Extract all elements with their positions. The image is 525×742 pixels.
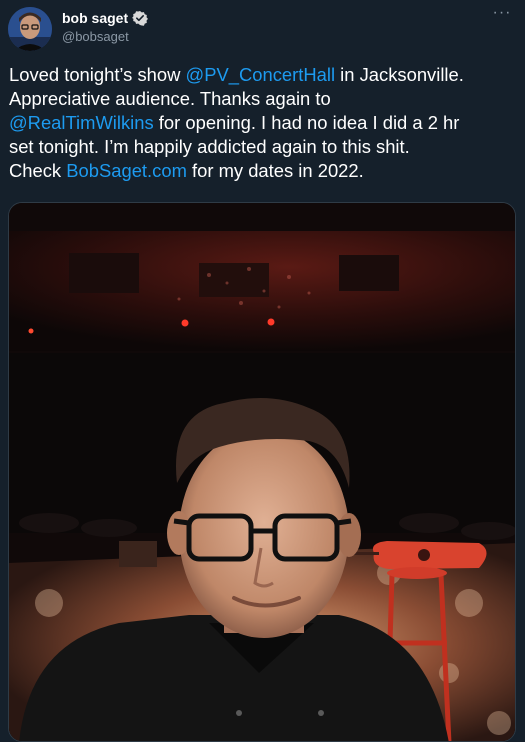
- text-segment: Loved tonight’s show: [9, 64, 186, 85]
- author-handle[interactable]: @bobsaget: [62, 29, 129, 44]
- text-segment: Check: [9, 160, 67, 181]
- tweet-text-line: @RealTimWilkins for opening. I had no id…: [9, 111, 519, 135]
- author-display-name[interactable]: bob saget: [62, 10, 128, 26]
- text-segment: in Jacksonville.: [335, 64, 464, 85]
- tweet-text-line: Loved tonight’s show @PV_ConcertHall in …: [9, 63, 519, 87]
- tweet-text: Loved tonight’s show @PV_ConcertHall in …: [9, 63, 519, 183]
- selfie-on-stage-photo: [9, 203, 515, 741]
- tweet-media-photo[interactable]: [8, 202, 516, 742]
- bobsaget-website-link[interactable]: BobSaget.com: [66, 160, 187, 181]
- mention-realtimwilkins-link[interactable]: @RealTimWilkins: [9, 112, 154, 133]
- text-segment: for opening. I had no idea I did a 2 hr: [153, 112, 460, 133]
- text-segment: for my dates in 2022.: [186, 160, 364, 181]
- verified-badge-icon: [132, 10, 149, 26]
- user-avatar[interactable]: [8, 7, 52, 51]
- tweet-text-line: set tonight. I’m happily addicted again …: [9, 136, 410, 157]
- more-options-icon[interactable]: ···: [491, 4, 513, 26]
- tweet-text-line: Appreciative audience. Thanks again to: [9, 88, 331, 109]
- avatar-photo-icon: [8, 7, 52, 51]
- mention-pv-concerthall-link[interactable]: @PV_ConcertHall: [186, 64, 336, 85]
- tweet-header: bob saget @bobsaget ···: [0, 0, 525, 56]
- tweet-text-line: Check BobSaget.com for my dates in 2022.: [9, 159, 519, 183]
